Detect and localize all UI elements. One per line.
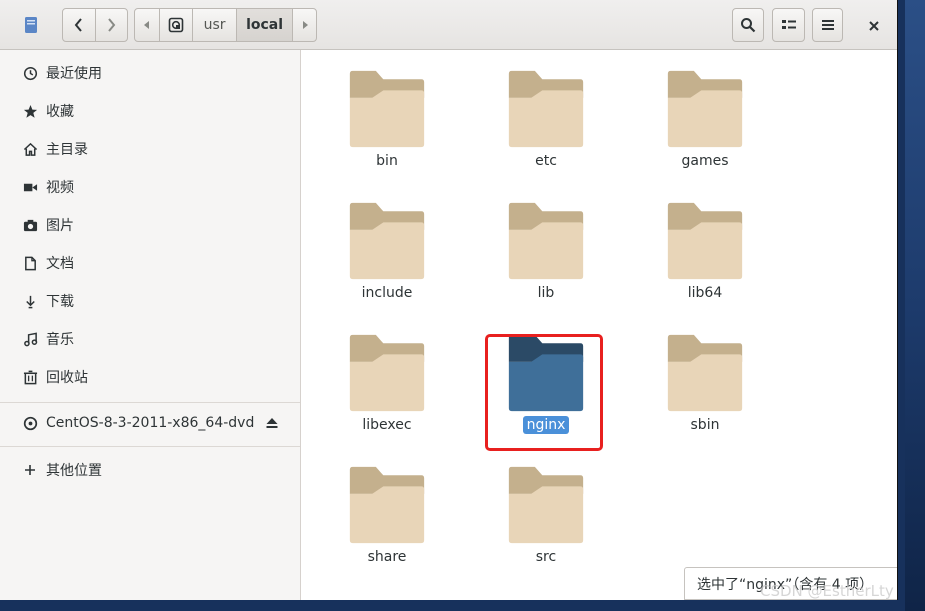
- sidebar-item-label: CentOS-8-3-2011-x86_64-dvd: [46, 415, 255, 431]
- folder-item[interactable]: etc: [486, 50, 606, 170]
- folder-icon: [508, 202, 584, 280]
- file-manager-window: usr local 最近使用 收藏 主目录 视频 图片 文档 下载 音乐 回收站…: [0, 0, 898, 600]
- sidebar-item-documents[interactable]: 文档: [0, 244, 300, 282]
- sidebar-item-other-locations[interactable]: 其他位置: [0, 451, 300, 489]
- sidebar-item-dvd-device[interactable]: CentOS-8-3-2011-x86_64-dvd: [0, 404, 300, 442]
- desktop-background: [905, 0, 925, 611]
- folder-name: bin: [376, 153, 398, 169]
- view-toggle-button[interactable]: [772, 8, 805, 42]
- folder-icon: [349, 466, 425, 544]
- folder-item[interactable]: libexec: [327, 314, 447, 434]
- hamburger-icon: [821, 20, 834, 30]
- sidebar-item-label: 其他位置: [46, 463, 102, 479]
- folder-item[interactable]: games: [645, 50, 765, 170]
- folder-name: include: [361, 285, 413, 301]
- triangle-right-icon: [302, 21, 308, 29]
- sidebar-item-starred[interactable]: 收藏: [0, 92, 300, 130]
- folder-icon: [667, 70, 743, 148]
- sidebar-item-home[interactable]: 主目录: [0, 130, 300, 168]
- document-icon: [21, 254, 39, 272]
- menu-button[interactable]: [812, 8, 843, 42]
- sidebar-separator: [0, 402, 300, 403]
- folder-icon: [508, 70, 584, 148]
- trash-icon: [21, 368, 39, 386]
- folder-icon: [667, 202, 743, 280]
- sidebar-item-label: 音乐: [46, 332, 74, 348]
- sidebar-item-downloads[interactable]: 下载: [0, 282, 300, 320]
- path-scroll-left-button[interactable]: [135, 9, 160, 41]
- folder-item[interactable]: include: [327, 182, 447, 302]
- sidebar-item-label: 收藏: [46, 104, 74, 120]
- plus-icon: [21, 461, 39, 479]
- folder-icon: [349, 70, 425, 148]
- forward-button[interactable]: [94, 9, 128, 41]
- header-bar: usr local: [0, 0, 897, 50]
- star-icon: [21, 102, 39, 120]
- folder-name: share: [367, 549, 407, 565]
- search-icon: [741, 18, 756, 33]
- navigation-buttons: [62, 8, 128, 42]
- drive-icon: [168, 17, 184, 33]
- sidebar-item-label: 主目录: [46, 142, 88, 158]
- home-icon: [21, 140, 39, 158]
- folder-icon: [349, 334, 425, 412]
- path-bar: usr local: [134, 8, 317, 42]
- clock-icon: [21, 64, 39, 82]
- path-segment-usr[interactable]: usr: [193, 9, 237, 41]
- folder-item[interactable]: share: [327, 446, 447, 566]
- sidebar-separator: [0, 446, 300, 447]
- sidebar-item-label: 下载: [46, 294, 74, 310]
- back-button[interactable]: [63, 9, 95, 41]
- folder-icon: [349, 202, 425, 280]
- close-button[interactable]: [860, 12, 888, 40]
- folder-name: src: [535, 549, 557, 565]
- sidebar-item-videos[interactable]: 视频: [0, 168, 300, 206]
- sidebar: 最近使用 收藏 主目录 视频 图片 文档 下载 音乐 回收站 CentOS-8-…: [0, 50, 301, 600]
- sidebar-item-trash[interactable]: 回收站: [0, 358, 300, 396]
- sidebar-item-label: 文档: [46, 256, 74, 272]
- folder-item[interactable]: bin: [327, 50, 447, 170]
- search-button[interactable]: [732, 8, 764, 42]
- sidebar-item-label: 图片: [46, 218, 74, 234]
- close-icon: [869, 21, 879, 31]
- folder-name: sbin: [690, 417, 720, 433]
- folder-item[interactable]: lib64: [645, 182, 765, 302]
- chevron-right-icon: [108, 18, 116, 32]
- sidebar-item-pictures[interactable]: 图片: [0, 206, 300, 244]
- folder-item[interactable]: sbin: [645, 314, 765, 434]
- music-icon: [21, 330, 39, 348]
- path-segment-local[interactable]: local: [236, 9, 294, 41]
- folder-name: lib: [537, 285, 555, 301]
- folder-name: games: [681, 153, 729, 169]
- folder-name: lib64: [687, 285, 723, 301]
- folder-item[interactable]: src: [486, 446, 606, 566]
- annotation-highlight-box: [485, 334, 603, 451]
- list-view-icon: [781, 20, 796, 29]
- download-icon: [21, 292, 39, 310]
- sidebar-item-music[interactable]: 音乐: [0, 320, 300, 358]
- folder-icon: [667, 334, 743, 412]
- files-app-icon: [25, 17, 37, 33]
- folder-item[interactable]: lib: [486, 182, 606, 302]
- camera-icon: [21, 216, 39, 234]
- sidebar-item-label: 回收站: [46, 370, 88, 386]
- chevron-left-icon: [74, 18, 82, 32]
- eject-icon[interactable]: [265, 416, 279, 430]
- folder-name: etc: [535, 153, 557, 169]
- path-root-button[interactable]: [160, 9, 194, 41]
- folder-name: libexec: [362, 417, 412, 433]
- path-scroll-right-button[interactable]: [293, 9, 316, 41]
- sidebar-item-recent[interactable]: 最近使用: [0, 54, 300, 92]
- sidebar-item-label: 视频: [46, 180, 74, 196]
- video-icon: [21, 178, 39, 196]
- sidebar-item-label: 最近使用: [46, 66, 102, 82]
- folder-icon: [508, 466, 584, 544]
- folder-grid: bin etc games include lib lib64 libexec: [302, 50, 897, 600]
- watermark: CSDN @EstherLty: [760, 582, 894, 600]
- disc-icon: [21, 414, 39, 432]
- triangle-left-icon: [143, 21, 149, 29]
